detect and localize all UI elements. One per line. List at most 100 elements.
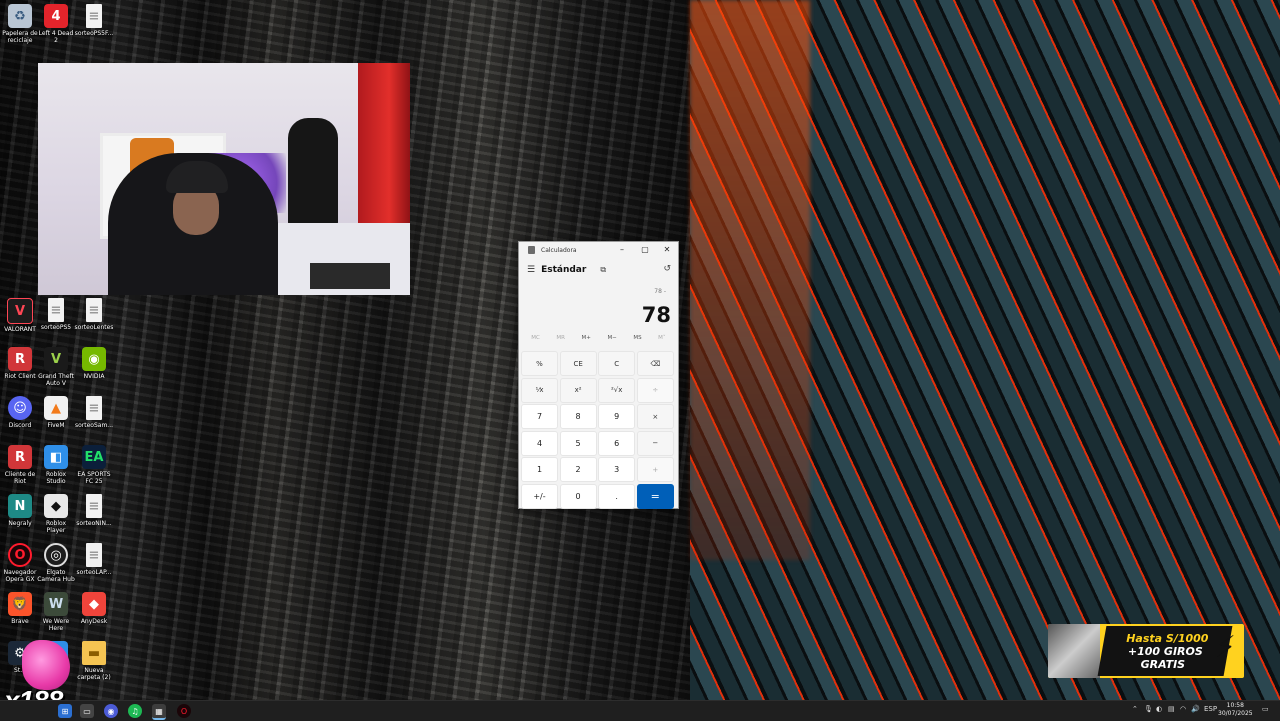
notification-icon[interactable]: ▭ (1262, 705, 1269, 713)
subtract-button[interactable]: − (636, 430, 674, 456)
desktop-icon-negraly[interactable]: N Negraly (0, 494, 40, 527)
digit-0-button[interactable]: 0 (559, 483, 597, 509)
spotify-taskbar-icon[interactable]: ♫ (128, 704, 142, 718)
webcam-keyboard (310, 263, 390, 289)
desktop-icon-label: Grand Theft Auto V (38, 373, 74, 387)
desktop-icon-label: We Were Here (42, 618, 70, 632)
digit-2-button[interactable]: 2 (559, 457, 597, 483)
memory-button-2[interactable]: M+ (582, 335, 591, 347)
desktop-icon-label: sorteoLentes (74, 324, 114, 331)
desktop-icon-text-file[interactable]: ≡ sorteoLentes (74, 298, 114, 331)
calculator-taskbar-icon[interactable]: ▦ (152, 704, 166, 720)
clear-entry-button[interactable]: CE (559, 351, 597, 376)
task-view-icon[interactable]: ▭ (80, 704, 94, 718)
desktop-icon-text-file[interactable]: ≡ sorteoPS5F... (74, 4, 114, 37)
mascot-graphic (22, 640, 70, 690)
promo-image (1048, 624, 1100, 678)
clear-button[interactable]: C (598, 351, 636, 376)
desktop-icon-discord[interactable]: ☺ Discord (0, 396, 40, 429)
desktop-icon-label: Papelera de reciclaje (2, 30, 38, 44)
desktop-icon-folder[interactable]: ▬ Nueva carpeta (2) (74, 641, 114, 681)
desktop-icon-text-file[interactable]: ≡ sorteoLAP... (74, 543, 114, 576)
anydesk-icon: ◆ (82, 592, 106, 616)
desktop-icon-we-were-here[interactable]: W We Were Here (36, 592, 76, 632)
text-file-icon: ≡ (48, 298, 64, 322)
mode-title: Estándar (541, 265, 587, 275)
maximize-icon[interactable]: ▢ (638, 245, 652, 254)
digit-6-button[interactable]: 6 (598, 430, 636, 456)
system-clock[interactable]: 10:58 30/07/2025 (1218, 702, 1253, 718)
backspace-button[interactable]: ⌫ (636, 351, 674, 376)
memory-button-3[interactable]: M− (607, 335, 616, 347)
lightning-icon: ⚡ (1214, 630, 1236, 665)
desktop-icon-opera-gx[interactable]: O Navegador Opera GX (0, 543, 40, 583)
add-button[interactable]: + (636, 457, 674, 483)
desktop-icon-riot-client[interactable]: R Cliente de Riot (0, 445, 40, 485)
desktop-icon-riot-client[interactable]: R Riot Client (0, 347, 40, 380)
desktop-icon-ea-fc[interactable]: EA EA SPORTS FC 25 (74, 445, 114, 485)
result-display: 78 (641, 303, 671, 327)
digit-3-button[interactable]: 3 (598, 457, 636, 483)
desktop-icon-text-file[interactable]: ≡ sorteoPS5 (36, 298, 76, 331)
calculator-title-bar[interactable]: Calculadora – ▢ ✕ (519, 242, 678, 258)
equals-button[interactable]: = (636, 483, 674, 509)
we-were-here-icon: W (44, 592, 68, 616)
square-root-button[interactable]: ²√x (598, 377, 636, 403)
promo-banner[interactable]: Hasta S/1000 +100 GIROS GRATIS ⚡ (1048, 624, 1244, 678)
keep-on-top-icon[interactable]: ⧉ (600, 265, 606, 275)
divide-button[interactable]: ÷ (636, 377, 674, 403)
desktop-icon-elgato[interactable]: ◎ Elgato Camera Hub (36, 543, 76, 583)
desktop-icon-fivem[interactable]: ▲ FiveM (36, 396, 76, 429)
desktop-icon-label: AnyDesk (80, 618, 108, 625)
percent-button[interactable]: % (521, 351, 558, 376)
start-button[interactable]: ⊞ (58, 704, 72, 718)
decimal-button[interactable]: . (598, 483, 636, 509)
tray-app-icon[interactable]: ◐ (1156, 705, 1162, 713)
gta-icon: V (44, 347, 68, 371)
minimize-icon[interactable]: – (615, 245, 629, 254)
recycle-bin-icon: ♻ (8, 4, 32, 28)
volume-icon[interactable]: 🔊 (1191, 705, 1200, 713)
microphone-icon[interactable]: 🎙 (1144, 705, 1153, 713)
desktop-icon-nvidia[interactable]: ◉ NVIDIA (74, 347, 114, 380)
desktop-icon-gta[interactable]: V Grand Theft Auto V (36, 347, 76, 387)
text-file-icon: ≡ (86, 396, 102, 420)
close-icon[interactable]: ✕ (660, 245, 674, 254)
square-button[interactable]: x² (559, 377, 597, 403)
digit-1-button[interactable]: 1 (521, 457, 558, 483)
browser-taskbar-icon[interactable]: ◉ (104, 704, 118, 718)
desktop-icon-roblox-studio[interactable]: ◧ Roblox Studio (36, 445, 76, 485)
digit-4-button[interactable]: 4 (521, 430, 558, 456)
network-icon[interactable]: ▤ (1168, 705, 1175, 713)
desktop-icon-label: NVIDIA (83, 373, 105, 380)
wifi-icon[interactable]: ◠ (1180, 705, 1186, 713)
desktop-icon-text-file[interactable]: ≡ sorteoSam... (74, 396, 114, 429)
desktop-icon-label: Cliente de Riot (4, 471, 36, 485)
history-icon[interactable]: ↺ (663, 264, 671, 274)
desktop-icon-left4dead2[interactable]: 4 Left 4 Dead 2 (36, 4, 76, 44)
desktop-icon-roblox-player[interactable]: ◆ Roblox Player (36, 494, 76, 534)
tray-chevron-icon[interactable]: ⌃ (1132, 705, 1138, 713)
calculator-window[interactable]: Calculadora – ▢ ✕ ☰ Estándar ⧉ ↺ 78 - 78… (518, 241, 679, 509)
opera-gx-icon: O (8, 543, 32, 567)
hamburger-menu-icon[interactable]: ☰ (527, 265, 535, 275)
desktop-icon-text-file[interactable]: ≡ sorteoNIN... (74, 494, 114, 527)
taskbar: ⊞ ▭ ◉ ♫ ▦ O ⌃ 🎙 ◐ ▤ ◠ 🔊 ESP 10:58 30/07/… (0, 700, 1280, 721)
reciprocal-button[interactable]: ⅟x (521, 377, 558, 403)
desktop-icon-anydesk[interactable]: ◆ AnyDesk (74, 592, 114, 625)
desktop-icon-label: VALORANT (4, 326, 36, 333)
memory-button-4[interactable]: MS (633, 335, 641, 347)
memory-button-5: M˅ (658, 335, 666, 341)
desktop-icon-brave[interactable]: 🦁 Brave (0, 592, 40, 625)
digit-8-button[interactable]: 8 (559, 404, 597, 430)
multiply-button[interactable]: × (636, 404, 674, 430)
desktop-icon-valorant[interactable]: V VALORANT (0, 298, 40, 333)
roblox-studio-icon: ◧ (44, 445, 68, 469)
digit-9-button[interactable]: 9 (598, 404, 636, 430)
language-indicator[interactable]: ESP (1204, 705, 1217, 713)
digit-5-button[interactable]: 5 (559, 430, 597, 456)
negate-button[interactable]: +/- (521, 483, 558, 509)
desktop-icon-recycle-bin[interactable]: ♻ Papelera de reciclaje (0, 4, 40, 44)
digit-7-button[interactable]: 7 (521, 404, 558, 430)
opera-gx-taskbar-icon[interactable]: O (177, 704, 191, 718)
